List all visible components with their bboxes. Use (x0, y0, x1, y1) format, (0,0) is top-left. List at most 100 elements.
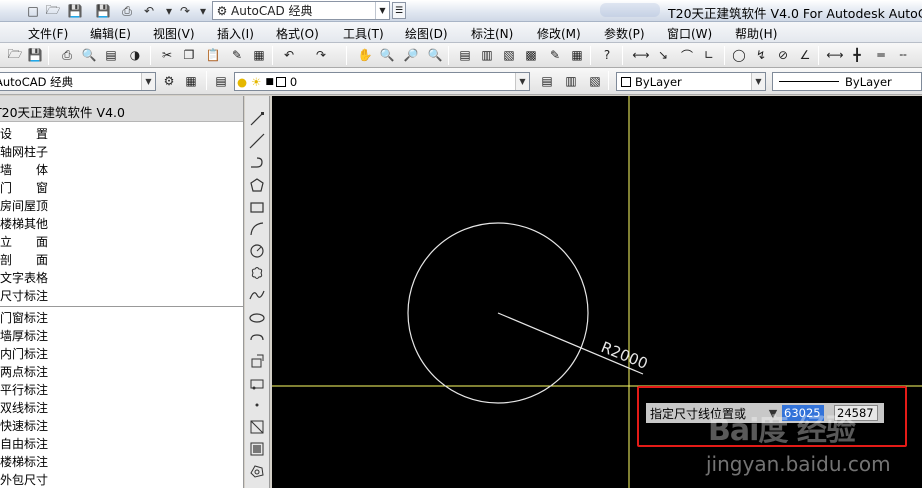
redo-icon[interactable]: ↷ (176, 2, 194, 20)
menu-dimension[interactable]: 标注(N) (471, 25, 513, 42)
menu-modify[interactable]: 修改(M) (537, 25, 581, 42)
continue-icon[interactable]: ═ (872, 46, 890, 64)
redo-dropdown-icon[interactable]: ▾ (194, 2, 212, 20)
revision-cloud-icon[interactable] (248, 264, 266, 282)
ellipse-arc-icon[interactable] (248, 330, 266, 348)
linear-dimension-icon[interactable]: ⟷ (632, 46, 650, 64)
dimension-space-icon[interactable]: ╌ (894, 46, 912, 64)
menu-item-free-dim[interactable]: 自由标注 (0, 435, 243, 453)
save-icon[interactable]: 💾 (26, 46, 44, 64)
menu-view[interactable]: 视图(V) (153, 25, 195, 42)
aligned-dimension-icon[interactable]: ↘ (654, 46, 672, 64)
new-file-icon[interactable]: □ (24, 2, 42, 20)
color-combo[interactable]: ByLayer ▼ (616, 72, 766, 91)
workspace-combo[interactable]: AutoCAD 经典 ▼ (0, 72, 156, 91)
layer-combo[interactable]: ● ☀ ■ 0 ▼ (234, 72, 530, 91)
polyline-tool-icon[interactable] (248, 154, 266, 172)
hatch-tool-icon[interactable] (248, 418, 266, 436)
menu-item-wall-thickness-dim[interactable]: 墙厚标注 (0, 327, 243, 345)
menu-group-section[interactable]: 剖 面 (0, 251, 243, 269)
ordinate-icon[interactable]: ∟ (700, 46, 718, 64)
menu-group-settings[interactable]: 设 置 (0, 125, 243, 143)
menu-item-outer-dim[interactable]: 外包尺寸 (0, 471, 243, 488)
my-workspace-icon[interactable]: ▦ (182, 72, 200, 90)
menu-group-doors-windows[interactable]: 门 窗 (0, 179, 243, 197)
properties-icon[interactable]: ▤ (456, 46, 474, 64)
menu-group-dimensions[interactable]: 尺寸标注 (0, 287, 243, 305)
jogged-icon[interactable]: ↯ (752, 46, 770, 64)
angular-icon[interactable]: ∠ (796, 46, 814, 64)
menu-group-walls[interactable]: 墙 体 (0, 161, 243, 179)
undo-icon[interactable]: ↶ (280, 46, 298, 64)
line-tool-icon[interactable] (248, 110, 266, 128)
quick-dimension-icon[interactable]: ⟷ (826, 46, 844, 64)
linetype-combo[interactable]: ByLayer (772, 72, 922, 91)
cut-icon[interactable]: ✂ (158, 46, 176, 64)
insert-block-icon[interactable] (248, 352, 266, 370)
menu-edit[interactable]: 编辑(E) (90, 25, 131, 42)
polygon-tool-icon[interactable] (248, 176, 266, 194)
workspace-selector[interactable]: ⚙ AutoCAD 经典 ▼ (212, 1, 390, 20)
save-icon[interactable]: 💾 (66, 2, 84, 20)
menu-draw[interactable]: 绘图(D) (405, 25, 448, 42)
publish-icon[interactable]: ▤ (102, 46, 120, 64)
save-as-icon[interactable]: 💾 (94, 2, 112, 20)
radius-dimension-icon[interactable]: ◯ (730, 46, 748, 64)
markup-icon[interactable]: ✎ (546, 46, 564, 64)
circle-tool-icon[interactable] (248, 242, 266, 260)
spline-tool-icon[interactable] (248, 286, 266, 304)
help-icon[interactable]: ? (598, 46, 616, 64)
paste-icon[interactable]: 📋 (204, 46, 222, 64)
menu-parameters[interactable]: 参数(P) (604, 25, 645, 42)
menu-group-text-tables[interactable]: 文字表格 (0, 269, 243, 287)
ellipse-tool-icon[interactable] (248, 308, 266, 326)
menu-window[interactable]: 窗口(W) (667, 25, 712, 42)
copy-icon[interactable]: ❐ (180, 46, 198, 64)
gradient-tool-icon[interactable] (248, 440, 266, 458)
menu-group-elevation[interactable]: 立 面 (0, 233, 243, 251)
rectangle-tool-icon[interactable] (248, 198, 266, 216)
region-tool-icon[interactable] (248, 462, 266, 480)
design-center-icon[interactable]: ▥ (478, 46, 496, 64)
redo-icon[interactable]: ↷ (312, 46, 330, 64)
quick-access-menu-button[interactable]: ☰ (392, 2, 406, 19)
menu-group-axis-columns[interactable]: 轴网柱子 (0, 143, 243, 161)
construction-line-icon[interactable] (248, 132, 266, 150)
zoom-realtime-icon[interactable]: 🔍 (378, 46, 396, 64)
arc-length-icon[interactable]: ⌒ (678, 46, 696, 64)
layer-manager-icon[interactable]: ▤ (212, 72, 230, 90)
match-properties-icon[interactable]: ✎ (228, 46, 246, 64)
menu-item-door-window-dim[interactable]: 门窗标注 (0, 309, 243, 327)
menu-item-double-line-dim[interactable]: 双线标注 (0, 399, 243, 417)
arc-tool-icon[interactable] (248, 220, 266, 238)
menu-insert[interactable]: 插入(I) (217, 25, 254, 42)
tool-palettes-icon[interactable]: ▧ (500, 46, 518, 64)
publish-web-icon[interactable]: ◑ (126, 46, 144, 64)
menu-format[interactable]: 格式(O) (276, 25, 319, 42)
plot-preview-icon[interactable]: 🔍 (80, 46, 98, 64)
sheet-set-icon[interactable]: ▩ (522, 46, 540, 64)
make-current-layer-icon[interactable]: ▤ (538, 72, 556, 90)
menu-item-parallel-dim[interactable]: 平行标注 (0, 381, 243, 399)
make-block-icon[interactable] (248, 374, 266, 392)
point-tool-icon[interactable] (248, 396, 266, 414)
undo-icon[interactable]: ↶ (140, 2, 158, 20)
menu-group-stairs-other[interactable]: 楼梯其他 (0, 215, 243, 233)
menu-tools[interactable]: 工具(T) (343, 25, 384, 42)
layer-states-icon[interactable]: ▧ (586, 72, 604, 90)
menu-help[interactable]: 帮助(H) (735, 25, 777, 42)
menu-item-inner-door-dim[interactable]: 内门标注 (0, 345, 243, 363)
plot-icon[interactable]: ⎙ (58, 46, 76, 64)
calculator-icon[interactable]: ▦ (568, 46, 586, 64)
open-icon[interactable]: 🗁 (6, 46, 24, 64)
baseline-icon[interactable]: ╋ (848, 46, 866, 64)
open-folder-icon[interactable]: 🗁 (44, 2, 62, 20)
zoom-window-icon[interactable]: 🔎 (402, 46, 420, 64)
print-icon[interactable]: ⎙ (118, 2, 136, 20)
menu-item-two-point-dim[interactable]: 两点标注 (0, 363, 243, 381)
pan-icon[interactable]: ✋ (356, 46, 374, 64)
block-editor-icon[interactable]: ▦ (250, 46, 268, 64)
zoom-previous-icon[interactable]: 🔍 (426, 46, 444, 64)
workspace-settings-icon[interactable]: ⚙ (160, 72, 178, 90)
menu-file[interactable]: 文件(F) (28, 25, 68, 42)
